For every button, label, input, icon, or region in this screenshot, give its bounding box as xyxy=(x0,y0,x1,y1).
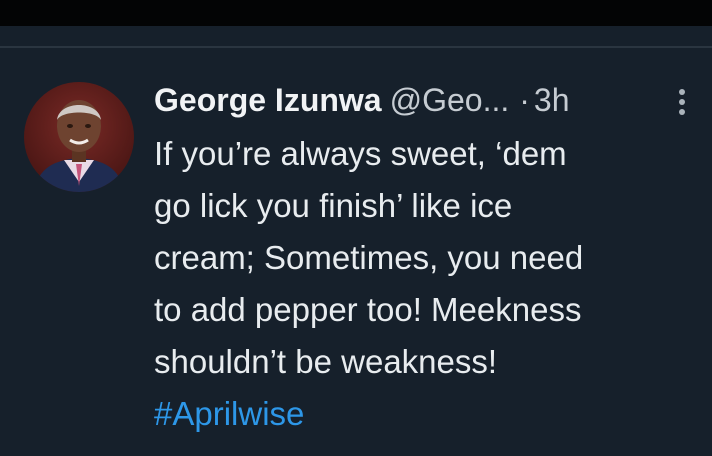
status-bar xyxy=(0,0,712,26)
author-name[interactable]: George Izunwa xyxy=(154,82,382,118)
avatar-photo xyxy=(24,82,134,192)
hashtag-link[interactable]: #Aprilwise xyxy=(154,388,694,440)
more-vertical-icon xyxy=(679,89,685,115)
tweet-text-line: If you’re always sweet, ‘dem xyxy=(154,135,567,172)
tweet[interactable]: George Izunwa @Geo... · 3h If you’re always… xyxy=(0,48,712,456)
tweet-text-line: to add pepper too! Meekness xyxy=(154,291,582,328)
author-handle[interactable]: @Geo... xyxy=(390,82,510,118)
tweet-header: George Izunwa @Geo... · 3h xyxy=(154,78,694,122)
tweet-text-line: cream; Sometimes, you need xyxy=(154,239,584,276)
separator-dot: · xyxy=(519,82,530,118)
tweet-text: If you’re always sweet, ‘dem go lick you… xyxy=(154,128,694,440)
tweet-text-line: shouldn’t be weakness! xyxy=(154,343,498,380)
timestamp[interactable]: 3h xyxy=(534,82,570,118)
avatar[interactable] xyxy=(24,82,134,192)
more-options-button[interactable] xyxy=(668,84,696,120)
tweet-text-line: go lick you finish’ like ice xyxy=(154,187,513,224)
